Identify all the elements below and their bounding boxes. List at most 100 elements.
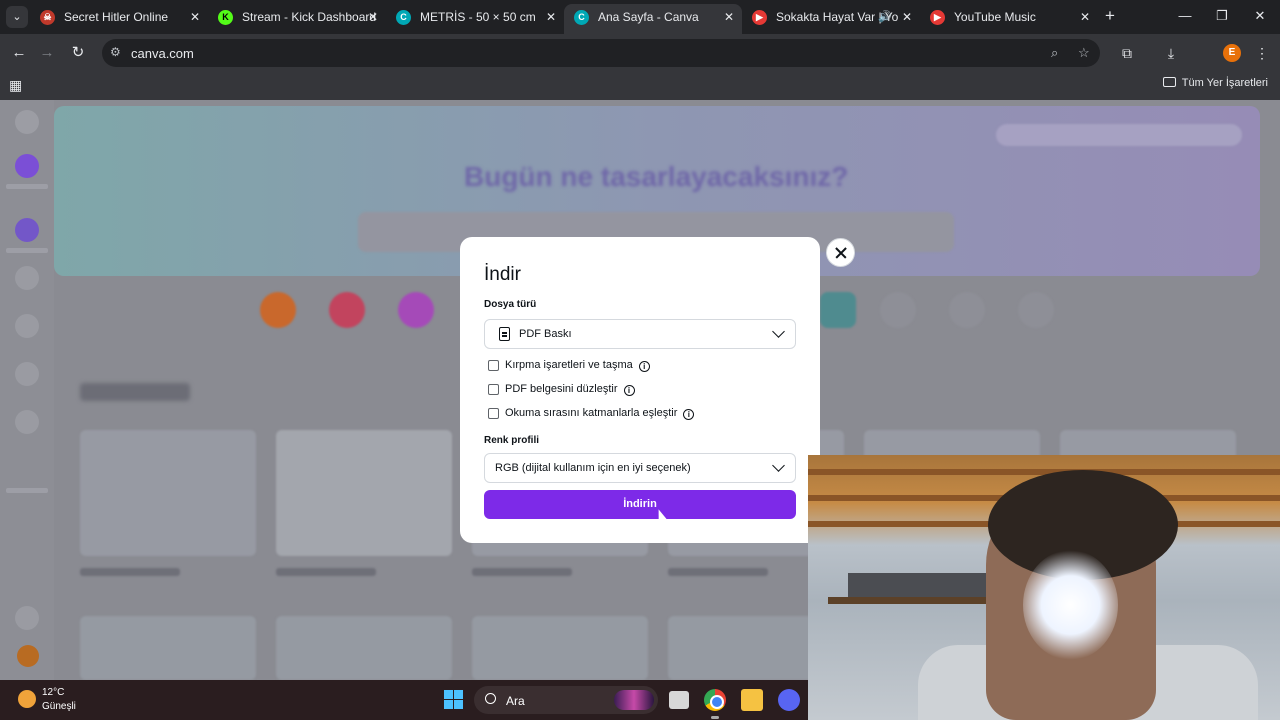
close-icon[interactable]: ✕ xyxy=(1080,4,1090,30)
file-type-select[interactable]: PDF Baskı xyxy=(484,319,796,349)
file-type-value: PDF Baskı xyxy=(519,328,572,340)
shelf-items xyxy=(848,573,998,597)
shortcut-icon xyxy=(260,292,296,328)
weather-description[interactable]: Güneşli xyxy=(42,701,76,712)
bookmarks-bar: ▦ Tüm Yer İşaretleri xyxy=(0,72,1280,100)
windows-start-icon[interactable] xyxy=(444,690,463,709)
browser-toolbar: ← → ↻ ⚙ canva.com ⌕ ☆ ⧉ ⤓ E ⋮ xyxy=(0,34,1280,72)
sidebar-label-placeholder xyxy=(6,488,48,493)
extensions-icon[interactable]: ⧉ xyxy=(1116,42,1138,64)
reading-order-checkbox[interactable] xyxy=(488,408,499,419)
design-card xyxy=(276,616,452,680)
download-icon[interactable]: ⤓ xyxy=(1160,42,1182,64)
design-card xyxy=(80,430,256,556)
weather-temperature[interactable]: 12°C xyxy=(42,687,64,698)
tab-title: Ana Sayfa - Canva xyxy=(598,10,699,24)
new-tab-button[interactable]: + xyxy=(1100,6,1120,26)
sidebar-projects-icon xyxy=(15,266,39,290)
browser-tab[interactable]: ▶ Sokakta Hayat Var | Yo 🔊 ✕ xyxy=(742,4,920,34)
recent-designs-heading xyxy=(80,383,190,401)
chevron-down-icon xyxy=(772,325,785,338)
close-icon[interactable]: ✕ xyxy=(902,4,912,30)
crop-marks-checkbox[interactable] xyxy=(488,360,499,371)
shortcut-icon xyxy=(949,292,985,328)
skull-favicon-icon: ☠ xyxy=(40,10,55,25)
sidebar-brand-icon xyxy=(15,362,39,386)
tab-title: YouTube Music xyxy=(954,10,1036,24)
minimize-icon[interactable]: — xyxy=(1170,6,1200,26)
forward-arrow-icon[interactable]: → xyxy=(36,42,58,64)
file-type-label: Dosya türü xyxy=(484,299,537,310)
back-arrow-icon[interactable]: ← xyxy=(8,42,30,64)
dialog-title: İndir xyxy=(484,264,521,285)
sidebar-menu-icon xyxy=(15,110,39,134)
chrome-icon[interactable] xyxy=(704,689,726,711)
zoom-icon[interactable]: ⌕ xyxy=(1051,45,1058,61)
download-button[interactable]: İndirin xyxy=(484,490,796,519)
light-glare xyxy=(1023,550,1118,660)
sidebar-notifications-icon xyxy=(15,606,39,630)
task-view-icon[interactable] xyxy=(669,691,689,709)
restore-icon[interactable]: ❐ xyxy=(1207,6,1237,26)
info-icon[interactable]: i xyxy=(638,361,650,372)
hero-promo-pill xyxy=(996,124,1242,146)
color-profile-value: RGB (dijital kullanım için en iyi seçene… xyxy=(495,462,691,474)
close-icon[interactable]: ✕ xyxy=(368,4,378,30)
browser-tab[interactable]: K Stream - Kick Dashboard ✕ xyxy=(208,4,386,34)
folder-icon xyxy=(1162,77,1176,87)
file-explorer-icon[interactable] xyxy=(741,689,763,711)
tab-search-menu-button[interactable]: ⌄ xyxy=(6,6,28,28)
more-options-icon[interactable]: ⋮ xyxy=(1251,42,1273,64)
tab-title: METRİS - 50 × 50 cm xyxy=(420,10,536,24)
taskbar-search[interactable]: Ara xyxy=(474,686,658,714)
apps-grid-icon[interactable]: ▦ xyxy=(9,77,22,94)
reload-icon[interactable]: ↻ xyxy=(67,42,89,64)
site-settings-icon[interactable]: ⚙ xyxy=(110,45,121,59)
flatten-pdf-checkbox[interactable] xyxy=(488,384,499,395)
search-highlight-image xyxy=(614,690,654,710)
design-card-title xyxy=(472,568,572,576)
browser-tab[interactable]: ▶ YouTube Music ✕ xyxy=(920,4,1098,34)
info-icon[interactable]: i xyxy=(683,409,695,420)
browser-tab-bar: ⌄ ☠ Secret Hitler Online ✕ K Stream - Ki… xyxy=(0,0,1280,34)
webcam-overlay xyxy=(808,455,1280,720)
bookmark-star-icon[interactable]: ☆ xyxy=(1078,45,1090,61)
download-dialog: İndir Dosya türü PDF Baskı Kırpma işaret… xyxy=(460,237,820,543)
shortcut-icon xyxy=(398,292,434,328)
canva-favicon-icon: C xyxy=(574,10,589,25)
sidebar-create-icon xyxy=(15,154,39,178)
sidebar-home-icon xyxy=(15,218,39,242)
option-label: Kırpma işaretleri ve taşma xyxy=(505,359,633,371)
profile-avatar[interactable]: E xyxy=(1223,44,1241,62)
close-icon[interactable]: ✕ xyxy=(190,4,200,30)
shortcut-icon xyxy=(880,292,916,328)
bookmarks-folder[interactable]: Tüm Yer İşaretleri xyxy=(1162,77,1268,89)
browser-tab[interactable]: ☠ Secret Hitler Online ✕ xyxy=(30,4,208,34)
info-icon[interactable]: i xyxy=(623,385,635,396)
search-icon xyxy=(485,693,496,704)
design-card xyxy=(80,616,256,680)
sidebar-templates-icon xyxy=(15,314,39,338)
discord-icon[interactable] xyxy=(778,689,800,711)
canva-favicon-icon: C xyxy=(396,10,411,25)
shortcut-icon xyxy=(329,292,365,328)
browser-tab[interactable]: C METRİS - 50 × 50 cm ✕ xyxy=(386,4,564,34)
close-icon[interactable]: ✕ xyxy=(546,4,556,30)
youtube-favicon-icon: ▶ xyxy=(752,10,767,25)
close-dialog-icon[interactable] xyxy=(826,238,855,267)
document-icon xyxy=(499,327,510,341)
design-card-title xyxy=(80,568,180,576)
url-text[interactable]: canva.com xyxy=(131,46,194,61)
sidebar-label-placeholder xyxy=(6,184,48,189)
search-placeholder: Ara xyxy=(506,694,525,708)
close-icon[interactable]: ✕ xyxy=(724,4,734,30)
sidebar-label-placeholder xyxy=(6,248,48,253)
sun-icon[interactable] xyxy=(18,690,36,708)
browser-tab-active[interactable]: C Ana Sayfa - Canva ✕ xyxy=(564,4,742,34)
windows-taskbar: 12°C Güneşli Ara xyxy=(0,680,808,720)
speaker-icon[interactable]: 🔊 xyxy=(878,4,892,30)
address-bar[interactable]: ⚙ canva.com ⌕ ☆ xyxy=(102,39,1100,67)
window-close-icon[interactable]: ✕ xyxy=(1245,6,1275,26)
color-profile-select[interactable]: RGB (dijital kullanım için en iyi seçene… xyxy=(484,453,796,483)
sidebar-apps-icon xyxy=(15,410,39,434)
